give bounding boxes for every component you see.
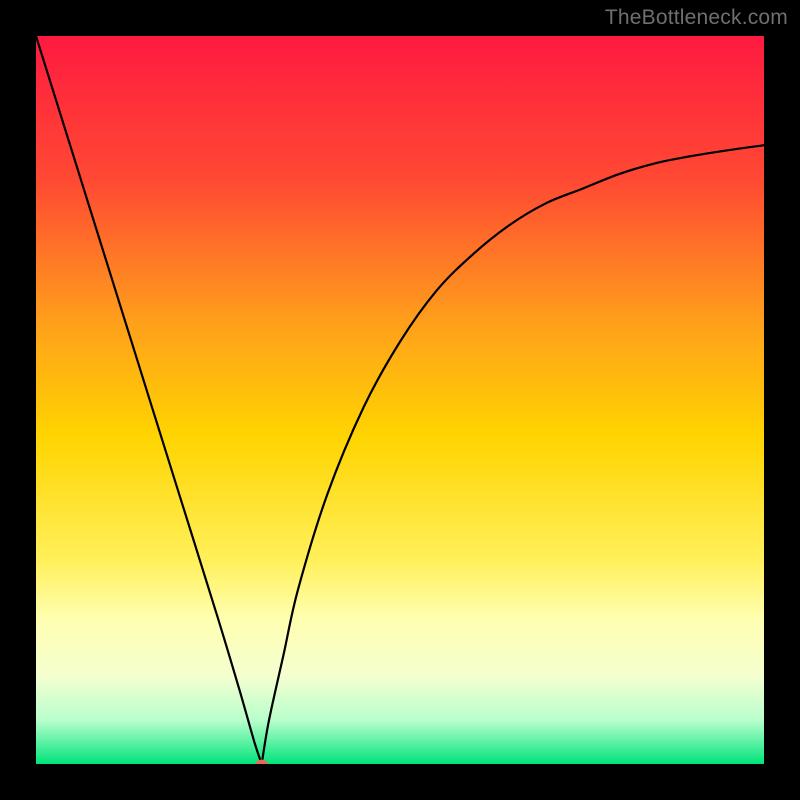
watermark-label: TheBottleneck.com xyxy=(605,6,788,30)
chart-frame: TheBottleneck.com xyxy=(0,0,800,800)
plot-area xyxy=(36,36,764,764)
chart-svg xyxy=(36,36,764,764)
gradient-background xyxy=(36,36,764,764)
